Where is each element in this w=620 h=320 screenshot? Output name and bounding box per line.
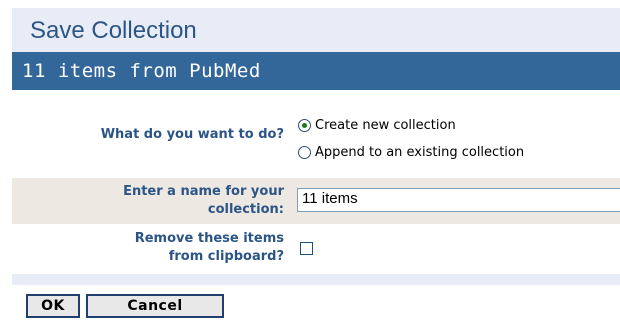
source-header: 11 items from PubMed [12, 52, 620, 90]
remove-label-line2: from clipboard? [168, 249, 284, 264]
create-new-option[interactable]: Create new collection [298, 118, 456, 133]
save-collection-panel: Save Collection 11 items from PubMed Wha… [12, 8, 620, 285]
name-label-line1: Enter a name for your [123, 184, 284, 199]
panel-title: Save Collection [30, 17, 197, 44]
source-header-text: 11 items from PubMed [22, 60, 261, 82]
name-label: Enter a name for your collection: [123, 183, 284, 219]
name-row: Enter a name for your collection: 11 ite… [12, 178, 620, 224]
remove-label: Remove these items from clipboard? [135, 230, 284, 266]
cancel-button[interactable]: Cancel [86, 294, 224, 318]
remove-row: Remove these items from clipboard? [12, 224, 620, 274]
append-existing-option[interactable]: Append to an existing collection [298, 145, 524, 160]
remove-label-line1: Remove these items [134, 231, 284, 246]
action-row: What do you want to do? Create new colle… [12, 90, 620, 178]
create-new-label[interactable]: Create new collection [315, 118, 456, 133]
ok-button[interactable]: OK [26, 294, 80, 318]
remove-from-clipboard-checkbox[interactable] [300, 242, 313, 255]
action-label: What do you want to do? [100, 127, 284, 142]
create-new-radio[interactable] [298, 119, 311, 132]
collection-name-input[interactable]: 11 items [297, 188, 620, 212]
append-existing-label[interactable]: Append to an existing collection [315, 145, 524, 160]
append-existing-radio[interactable] [298, 146, 311, 159]
name-label-line2: collection: [207, 202, 284, 217]
